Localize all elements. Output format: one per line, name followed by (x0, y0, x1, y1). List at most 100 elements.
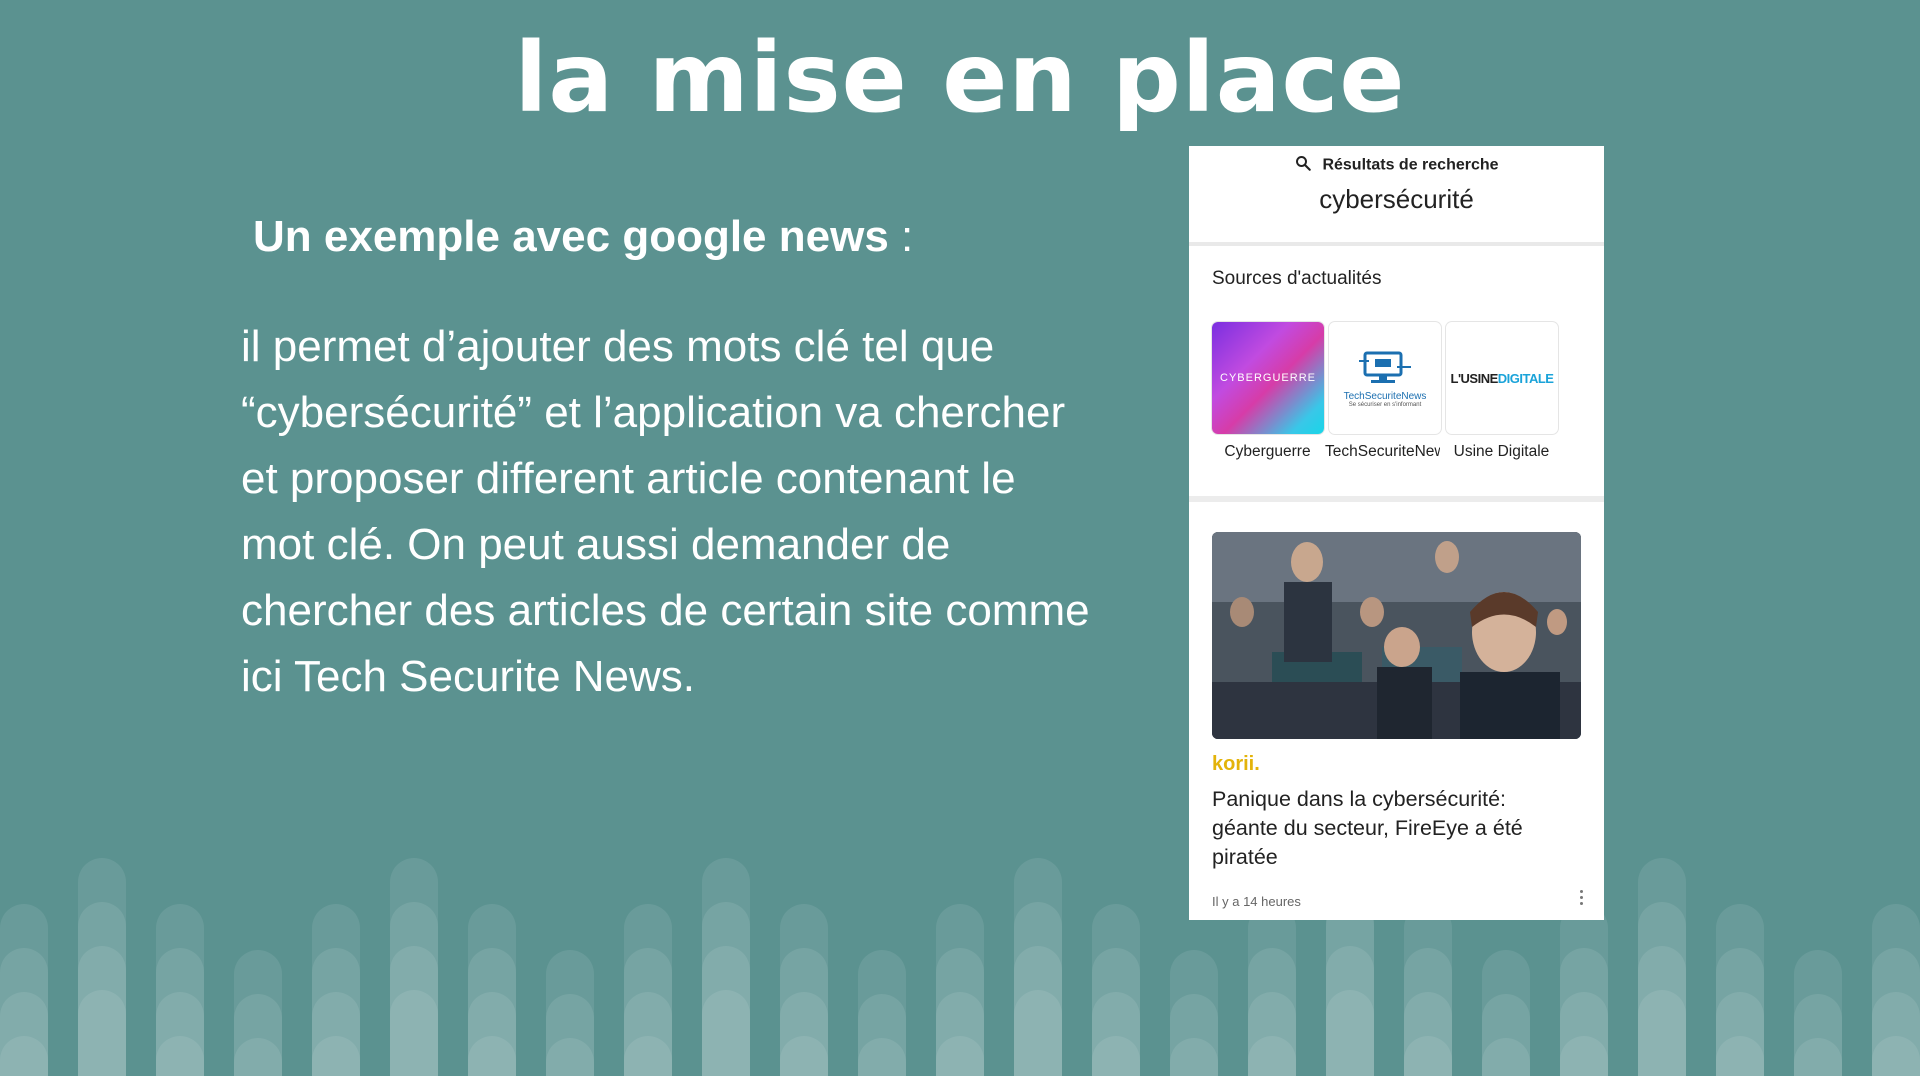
source-usine-digitale-logo[interactable]: L'USINE DIGITALE (1446, 322, 1558, 434)
stripe-segment (468, 1036, 516, 1076)
search-icon[interactable] (1294, 154, 1312, 177)
stripe-segment (1638, 990, 1686, 1076)
stripe-segment (78, 902, 126, 1076)
stripe-segment (1716, 992, 1764, 1076)
stripe-segment (1794, 994, 1842, 1076)
stripe-segment (624, 904, 672, 1076)
stripe-segment (702, 902, 750, 1076)
stripe-segment (390, 902, 438, 1076)
stripe-segment (780, 992, 828, 1076)
stripe-segment (936, 948, 984, 1076)
stripe-segment (546, 1038, 594, 1076)
search-bar[interactable]: Résultats de recherche (1189, 154, 1604, 177)
stripe-segment (156, 948, 204, 1076)
stripe-segment (1872, 904, 1920, 1076)
stripe-segment (858, 994, 906, 1076)
article-photo (1212, 532, 1581, 739)
stripe-segment (0, 992, 48, 1076)
usine-logo-text-a: L'USINE (1450, 370, 1499, 386)
stripe-segment (1638, 902, 1686, 1076)
stripe-segment (156, 904, 204, 1076)
stripe-segment (468, 948, 516, 1076)
more-vert-icon[interactable] (1580, 890, 1584, 908)
subtitle-colon: : (888, 212, 914, 261)
news-sources-section: Sources d'actualités CYBERGUERRE Cybergu… (1189, 246, 1604, 502)
sources-title: Sources d'actualités (1212, 268, 1382, 289)
slide-title: la mise en place (514, 22, 1406, 134)
source-label[interactable]: Usine Digitale (1443, 443, 1560, 461)
stripe-segment (1014, 902, 1062, 1076)
stripe-segment (1404, 948, 1452, 1076)
subtitle-bold: Un exemple avec google news (253, 212, 889, 261)
stripe-segment (312, 1036, 360, 1076)
stripe-segment (624, 948, 672, 1076)
stripe-segment (858, 950, 906, 1076)
stripe-segment (936, 1036, 984, 1076)
stripe-segment (0, 1036, 48, 1076)
article-image[interactable] (1212, 532, 1581, 739)
techsecuritenews-logo: TechSecuriteNews Se sécuriser en s'infor… (1329, 322, 1441, 434)
search-header-label: Résultats de recherche (1322, 156, 1499, 174)
stripe-segment (1560, 1036, 1608, 1076)
slide-subtitle: Un exemple avec google news : (253, 212, 913, 262)
cyberguerre-logo: CYBERGUERRE (1212, 322, 1324, 434)
article-title[interactable]: Panique dans la cybersécurité: géante du… (1212, 785, 1572, 872)
search-query: cybersécurité (1319, 184, 1474, 214)
stripe-segment (234, 1038, 282, 1076)
stripe-segment (1326, 902, 1374, 1076)
stripe-segment (1248, 992, 1296, 1076)
article-card[interactable]: korii. Panique dans la cybersécurité: gé… (1189, 502, 1604, 920)
stripe-segment (702, 858, 750, 1076)
stripe-segment (1638, 946, 1686, 1076)
stripe-segment (156, 1036, 204, 1076)
stripe-segment (1170, 1038, 1218, 1076)
techsecuritenews-logo-tagline: Se sécuriser en s'informant (1348, 401, 1422, 408)
stripe-segment (1404, 992, 1452, 1076)
slide-body-text: il permet d’ajouter des mots clé tel que… (241, 322, 1090, 701)
stripe-segment (1872, 948, 1920, 1076)
monitor-icon (1359, 351, 1411, 383)
stripe-segment (546, 950, 594, 1076)
stripe-segment (1716, 904, 1764, 1076)
stripe-segment (1560, 904, 1608, 1076)
stripe-segment (1404, 1036, 1452, 1076)
source-cyberguerre-logo[interactable]: CYBERGUERRE (1212, 322, 1324, 434)
stripe-segment (1560, 992, 1608, 1076)
stripe-segment (1794, 1038, 1842, 1076)
article-source[interactable]: korii. (1212, 753, 1260, 776)
usine-digitale-logo: L'USINE DIGITALE (1446, 322, 1558, 434)
source-label[interactable]: TechSecuriteNews (1325, 443, 1440, 461)
stripe-segment (624, 992, 672, 1076)
stripe-segment (936, 904, 984, 1076)
stripe-segment (936, 992, 984, 1076)
stripe-segment (1092, 1036, 1140, 1076)
stripe-segment (1482, 1038, 1530, 1076)
stripe-segment (1716, 1036, 1764, 1076)
usine-logo-text-b: DIGITALE (1497, 370, 1554, 386)
stripe-segment (1482, 950, 1530, 1076)
stripe-segment (468, 992, 516, 1076)
stripe-segment (1872, 992, 1920, 1076)
source-techsecuritenews-logo[interactable]: TechSecuriteNews Se sécuriser en s'infor… (1329, 322, 1441, 434)
stripe-segment (312, 948, 360, 1076)
stripe-segment (312, 904, 360, 1076)
techsecuritenews-logo-text: TechSecuriteNews (1343, 390, 1427, 402)
stripe-segment (1014, 990, 1062, 1076)
stripe-segment (234, 994, 282, 1076)
stripe-segment (390, 946, 438, 1076)
stripe-segment (780, 904, 828, 1076)
source-label[interactable]: Cyberguerre (1209, 443, 1326, 461)
search-header: Résultats de recherche cybersécurité (1189, 146, 1604, 246)
stripe-segment (390, 990, 438, 1076)
stripe-segment (78, 946, 126, 1076)
stripe-segment (1014, 858, 1062, 1076)
stripe-segment (1092, 992, 1140, 1076)
stripe-segment (78, 990, 126, 1076)
stripe-segment (858, 1038, 906, 1076)
stripe-segment (1794, 950, 1842, 1076)
stripe-segment (780, 948, 828, 1076)
stripe-segment (1092, 948, 1140, 1076)
stripe-segment (1092, 904, 1140, 1076)
stripe-segment (78, 858, 126, 1076)
stripe-segment (156, 992, 204, 1076)
